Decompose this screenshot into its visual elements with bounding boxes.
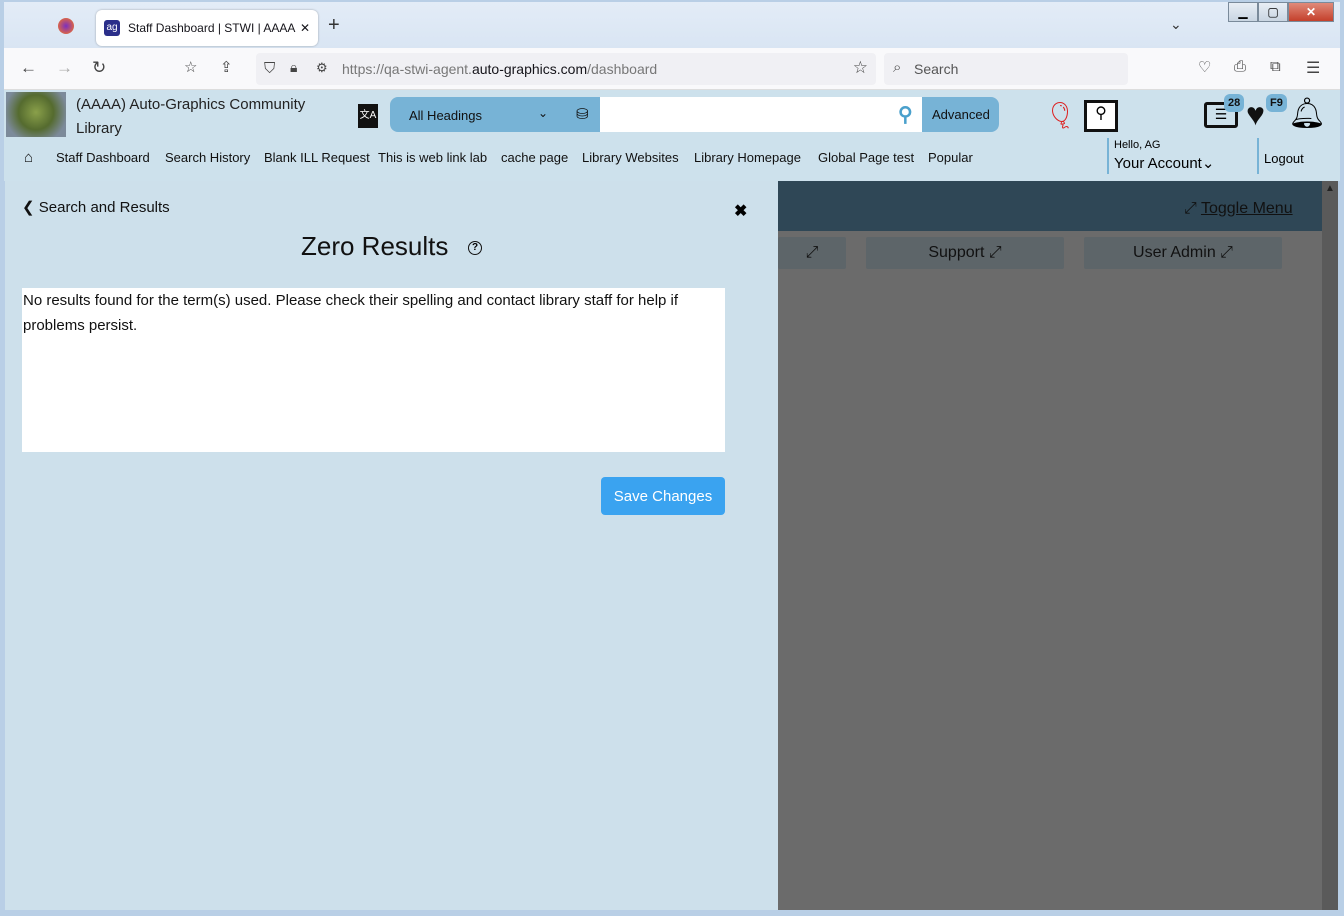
menu-item-library-homepage[interactable]: Library Homepage — [694, 150, 801, 165]
toggle-menu-label: Toggle Menu — [1200, 200, 1293, 217]
user-admin-label: User Admin — [1133, 244, 1216, 261]
url-path: /dashboard — [587, 61, 658, 77]
new-tab-icon[interactable]: + — [328, 14, 340, 37]
expand-icon: ⤢ — [805, 244, 819, 261]
hot-air-balloon-icon[interactable]: 🎈︎ — [1044, 100, 1077, 131]
greeting: Hello, AG — [1114, 139, 1161, 151]
back-icon[interactable]: ← — [20, 58, 37, 78]
url-prefix: https://qa-stwi-agent. — [342, 61, 472, 77]
dashboard-button-partial[interactable]: ⤢ — [778, 237, 846, 269]
back-link[interactable]: ❮ Search and Results — [22, 198, 170, 216]
menu-item-blank-ill-request[interactable]: Blank ILL Request — [264, 150, 370, 165]
advanced-search-button[interactable]: Advanced — [922, 97, 999, 132]
search-input[interactable] — [600, 97, 922, 132]
expand-icon: ⤢ — [1184, 200, 1197, 217]
database-icon[interactable]: ⛁ — [576, 105, 589, 123]
expand-icon: ⤢ — [988, 244, 1002, 261]
menu-item-search-history[interactable]: Search History — [165, 150, 250, 165]
search-bar: All Headings ⌄ ⛁ ⚲ Advanced — [390, 97, 1000, 132]
language-icon[interactable]: 文A — [358, 104, 378, 128]
search-icon: ⌕ — [893, 59, 902, 76]
list-count-badge: 28 — [1224, 94, 1245, 112]
account-label: Your Account — [1114, 155, 1202, 172]
browser-nav-bar: ← → ↻ ☆ ⇪ ⛉ 🔒︎ ⚙ https://qa-stwi-agent.a… — [4, 48, 1340, 90]
your-account-menu[interactable]: Your Account⌄ — [1114, 154, 1214, 172]
maximize-icon[interactable]: ▢ — [1258, 2, 1288, 22]
app-header: (AAAA) Auto-Graphics Community Library 文… — [4, 90, 1340, 181]
scrollbar[interactable]: ▲ — [1322, 181, 1338, 910]
favorites-badge: F9 — [1266, 94, 1287, 112]
extensions-icon[interactable]: ⧉ — [1270, 58, 1281, 75]
close-icon[interactable]: ✖ — [734, 201, 747, 221]
bookmark-star-icon[interactable]: ☆ — [853, 58, 868, 78]
expand-icon: ⤢ — [1220, 244, 1233, 261]
menu-item-library-websites[interactable]: Library Websites — [582, 150, 679, 165]
scroll-up-icon[interactable]: ▲ — [1325, 183, 1335, 194]
search-results-panel: ❮ Search and Results ✖ Zero Results ? No… — [5, 181, 778, 910]
share-icon[interactable]: ⇪ — [220, 58, 233, 76]
menu-item-cache-page[interactable]: cache page — [501, 150, 568, 165]
reload-icon[interactable]: ↻ — [92, 58, 106, 78]
lock-icon[interactable]: 🔒︎ — [290, 59, 297, 76]
support-label: Support — [928, 244, 985, 261]
menu-item-staff-dashboard[interactable]: Staff Dashboard — [56, 150, 150, 165]
save-changes-button[interactable]: Save Changes — [601, 477, 725, 515]
divider — [1257, 138, 1259, 174]
logout-link[interactable]: Logout — [1264, 151, 1304, 166]
bell-icon[interactable]: 🔔︎ — [1288, 96, 1326, 131]
window-close-icon[interactable]: ✕ — [1288, 2, 1334, 22]
tab-title: Staff Dashboard | STWI | AAAA | S — [128, 21, 296, 35]
window-controls: ▁ ▢ ✕ — [1228, 2, 1334, 22]
tab-list-chevron-icon[interactable]: ⌄ — [1170, 16, 1182, 33]
url-domain: auto-graphics.com — [471, 61, 588, 77]
dashboard-header: ⤢ Toggle Menu — [778, 181, 1322, 231]
menu-item-global-page-test[interactable]: Global Page test — [818, 150, 914, 165]
browser-tab-bar: ag Staff Dashboard | STWI | AAAA | S ✕ +… — [4, 2, 1340, 48]
dashboard-overlay: ⤢ Toggle Menu ⤢ Support ⤢ User Admin ⤢ — [778, 181, 1322, 910]
back-label: Search and Results — [38, 199, 170, 216]
bookmark-page-icon[interactable]: ☆ — [184, 58, 197, 76]
heart-icon[interactable]: ♥ — [1246, 96, 1265, 133]
library-logo[interactable] — [6, 92, 66, 137]
search-icon[interactable]: ⚲ — [898, 102, 913, 127]
browser-search-input[interactable]: ⌕ Search — [884, 53, 1128, 85]
close-tab-icon[interactable]: ✕ — [300, 21, 310, 35]
site-favicon-icon: ag — [104, 20, 120, 36]
shield-icon[interactable]: ⛉ — [264, 60, 275, 77]
zero-results-message-editor[interactable]: No results found for the term(s) used. P… — [22, 288, 725, 452]
search-scope-value: All Headings — [409, 108, 482, 123]
print-icon[interactable]: ⎙ — [1234, 58, 1246, 75]
forward-icon[interactable]: → — [56, 58, 73, 78]
chevron-left-circle-icon: ❮ — [22, 199, 35, 216]
menu-item-web-link-lab[interactable]: This is web link lab — [378, 150, 487, 165]
browser-search-placeholder: Search — [914, 61, 959, 77]
catalog-search-icon[interactable]: ⚲ — [1084, 100, 1118, 132]
home-icon[interactable]: ⌂ — [24, 149, 33, 166]
hamburger-menu-icon[interactable]: ☰ — [1306, 58, 1320, 78]
chevron-down-icon: ⌄ — [538, 106, 549, 120]
divider — [1107, 138, 1109, 174]
search-scope-select[interactable]: All Headings ⌄ ⛁ — [390, 97, 600, 132]
help-icon[interactable]: ? — [468, 241, 482, 255]
toggle-menu-link[interactable]: ⤢ Toggle Menu — [1184, 200, 1293, 218]
library-name: (AAAA) Auto-Graphics Community Library — [76, 96, 306, 137]
panel-title: Zero Results — [301, 231, 449, 261]
pocket-icon[interactable]: ♡ — [1198, 58, 1211, 76]
support-button[interactable]: Support ⤢ — [866, 237, 1064, 269]
browser-tab[interactable]: ag Staff Dashboard | STWI | AAAA | S ✕ — [96, 10, 318, 46]
permissions-icon[interactable]: ⚙ — [316, 60, 328, 76]
menu-item-popular[interactable]: Popular — [928, 150, 973, 165]
user-admin-button[interactable]: User Admin ⤢ — [1084, 237, 1282, 269]
url-bar[interactable]: ⛉ 🔒︎ ⚙ https://qa-stwi-agent.auto-graphi… — [256, 53, 876, 85]
minimize-icon[interactable]: ▁ — [1228, 2, 1258, 22]
firefox-icon[interactable] — [58, 18, 74, 34]
